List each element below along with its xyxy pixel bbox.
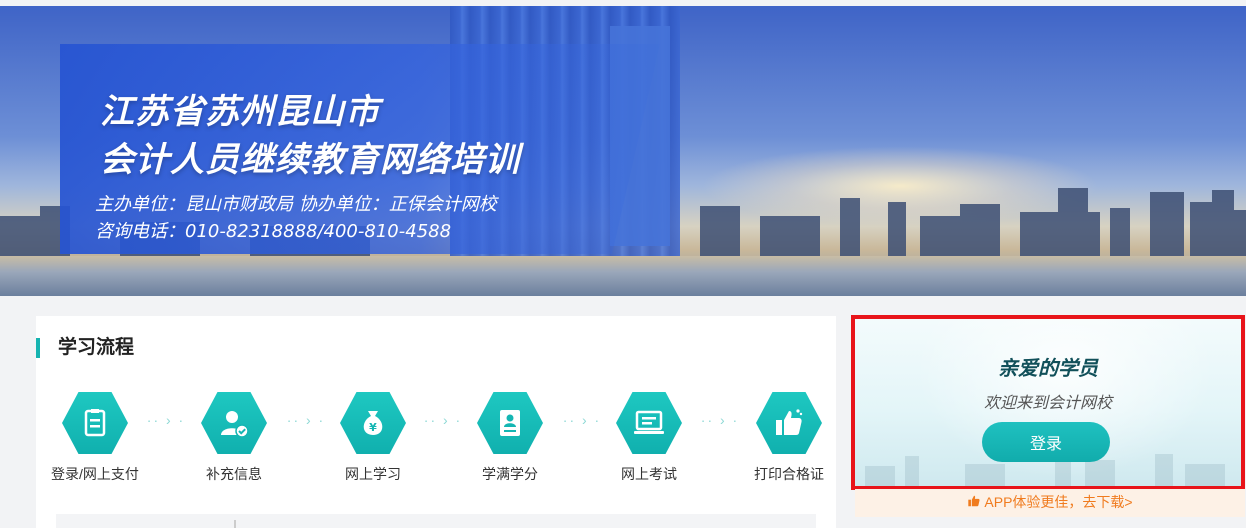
thumbs-up-icon bbox=[967, 490, 981, 516]
money-bag-icon: ¥ bbox=[340, 392, 406, 454]
step-online-study[interactable]: ¥ 网上学习 bbox=[328, 392, 418, 485]
lower-section-strip bbox=[56, 514, 816, 528]
step-login-payment[interactable]: 登录/网上支付 bbox=[50, 392, 140, 485]
login-highlight-frame: 亲爱的学员 欢迎来到会计网校 登录 bbox=[851, 315, 1245, 490]
banner-title-line1: 江苏省苏州昆山市 bbox=[100, 92, 380, 132]
step-connector: ·· › · bbox=[423, 412, 463, 428]
app-download-link[interactable]: APP体验更佳，去下载> bbox=[855, 489, 1245, 517]
app-download-text: APP体验更佳，去下载> bbox=[984, 494, 1133, 510]
certificate-icon bbox=[477, 392, 543, 454]
step-connector: ·· › · bbox=[146, 412, 186, 428]
divider bbox=[234, 520, 236, 528]
page: 江苏省苏州昆山市 会计人员继续教育网络培训 主办单位：昆山市财政局 协办单位：正… bbox=[0, 0, 1246, 528]
login-box: 亲爱的学员 欢迎来到会计网校 登录 bbox=[855, 319, 1241, 486]
step-online-exam[interactable]: 网上考试 bbox=[604, 392, 694, 485]
study-process-card: 学习流程 登录/网上支付 ·· › · 补充信息 ·· › · ¥ 网上学习 ·… bbox=[36, 316, 836, 528]
thumbs-up-icon bbox=[756, 392, 822, 454]
river-reflection bbox=[0, 256, 1246, 296]
banner-contact-phone: 咨询电话：010-82318888/400-810-4588 bbox=[95, 221, 452, 242]
hero-banner: 江苏省苏州昆山市 会计人员继续教育网络培训 主办单位：昆山市财政局 协办单位：正… bbox=[0, 6, 1246, 296]
step-label: 打印合格证 bbox=[754, 466, 824, 482]
user-check-icon bbox=[201, 392, 267, 454]
step-complete-info[interactable]: 补充信息 bbox=[189, 392, 279, 485]
banner-organizer-info: 主办单位：昆山市财政局 协办单位：正保会计网校 bbox=[95, 194, 497, 215]
svg-text:¥: ¥ bbox=[369, 421, 377, 434]
step-connector: ·· › · bbox=[562, 412, 602, 428]
section-title: 学习流程 bbox=[36, 338, 134, 358]
step-label: 网上考试 bbox=[621, 466, 677, 482]
step-label: 网上学习 bbox=[345, 466, 401, 482]
step-label: 学满学分 bbox=[482, 466, 538, 482]
step-connector: ·· › · bbox=[700, 412, 740, 428]
step-connector: ·· › · bbox=[286, 412, 326, 428]
step-label: 登录/网上支付 bbox=[51, 466, 139, 482]
login-button[interactable]: 登录 bbox=[982, 422, 1110, 462]
login-greeting: 亲爱的学员 bbox=[998, 358, 1098, 380]
login-welcome: 欢迎来到会计网校 bbox=[983, 395, 1112, 412]
step-label: 补充信息 bbox=[206, 466, 262, 482]
laptop-icon bbox=[616, 392, 682, 454]
step-full-credits[interactable]: 学满学分 bbox=[465, 392, 555, 485]
step-print-certificate[interactable]: 打印合格证 bbox=[744, 392, 834, 485]
checklist-icon bbox=[62, 392, 128, 454]
banner-title-line2: 会计人员继续教育网络培训 bbox=[100, 140, 520, 180]
